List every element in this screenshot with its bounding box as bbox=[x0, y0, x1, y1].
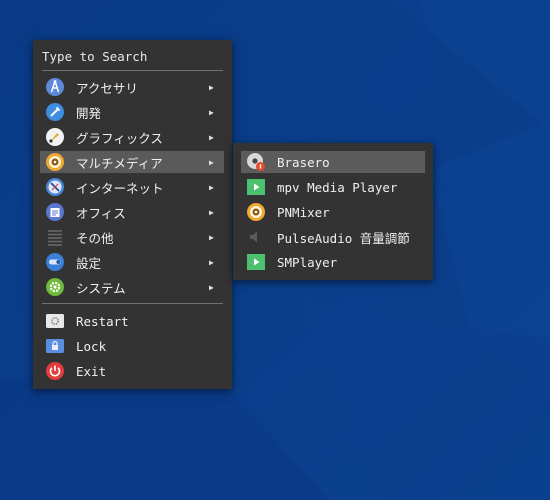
category-development[interactable]: 開発 ▶ bbox=[40, 101, 224, 123]
category-label: マルチメディア bbox=[76, 155, 163, 171]
restart-icon bbox=[45, 311, 65, 331]
category-office[interactable]: オフィス ▶ bbox=[40, 201, 224, 223]
submenu-arrow-icon: ▶ bbox=[209, 282, 214, 292]
lock-icon bbox=[45, 336, 65, 356]
app-mpv[interactable]: mpv Media Player bbox=[241, 176, 425, 198]
internet-icon bbox=[45, 177, 65, 197]
exit-label: Exit bbox=[76, 363, 107, 379]
category-label: 開発 bbox=[76, 105, 102, 121]
submenu-arrow-icon: ▶ bbox=[209, 107, 214, 117]
smplayer-icon bbox=[246, 252, 266, 272]
category-multimedia[interactable]: マルチメディア ▶ bbox=[40, 151, 224, 173]
submenu-arrow-icon: ▶ bbox=[209, 232, 214, 242]
app-label: Brasero bbox=[277, 154, 330, 170]
brasero-icon bbox=[246, 152, 266, 172]
category-label: 設定 bbox=[76, 255, 102, 271]
app-pulseaudio[interactable]: PulseAudio 音量調節 bbox=[241, 226, 425, 248]
other-icon bbox=[45, 227, 65, 247]
system-icon bbox=[45, 277, 65, 297]
submenu-arrow-icon: ▶ bbox=[209, 182, 214, 192]
app-label: PNMixer bbox=[277, 204, 330, 220]
pnmixer-icon bbox=[246, 202, 266, 222]
submenu-arrow-icon: ▶ bbox=[209, 157, 214, 167]
separator bbox=[42, 70, 223, 71]
application-menu: Type to Search アクセサリ ▶ 開発 ▶ グラフィックス ▶ マル… bbox=[33, 40, 232, 389]
exit-button[interactable]: Exit bbox=[40, 360, 224, 382]
category-settings[interactable]: 設定 ▶ bbox=[40, 251, 224, 273]
category-label: アクセサリ bbox=[76, 80, 138, 96]
mpv-icon bbox=[246, 177, 266, 197]
category-label: インターネット bbox=[76, 180, 164, 196]
category-label: グラフィックス bbox=[76, 130, 163, 146]
category-accessories[interactable]: アクセサリ ▶ bbox=[40, 76, 224, 98]
app-label: mpv Media Player bbox=[277, 179, 398, 195]
category-other[interactable]: その他 ▶ bbox=[40, 226, 224, 248]
graphics-icon bbox=[45, 127, 65, 147]
app-brasero[interactable]: Brasero bbox=[241, 151, 425, 173]
app-smplayer[interactable]: SMPlayer bbox=[241, 251, 425, 273]
settings-icon bbox=[45, 252, 65, 272]
submenu-arrow-icon: ▶ bbox=[209, 132, 214, 142]
submenu-arrow-icon: ▶ bbox=[209, 207, 214, 217]
lock-button[interactable]: Lock bbox=[40, 335, 224, 357]
accessories-icon bbox=[45, 77, 65, 97]
search-input[interactable]: Type to Search bbox=[42, 49, 222, 65]
category-system[interactable]: システム ▶ bbox=[40, 276, 224, 298]
category-label: システム bbox=[76, 280, 126, 296]
submenu-arrow-icon: ▶ bbox=[209, 82, 214, 92]
multimedia-submenu: Brasero mpv Media Player PNMixer PulseAu… bbox=[233, 143, 433, 280]
category-label: その他 bbox=[76, 230, 114, 246]
submenu-arrow-icon: ▶ bbox=[209, 257, 214, 267]
category-graphics[interactable]: グラフィックス ▶ bbox=[40, 126, 224, 148]
restart-label: Restart bbox=[76, 313, 129, 329]
app-label: PulseAudio 音量調節 bbox=[277, 230, 410, 246]
restart-button[interactable]: Restart bbox=[40, 310, 224, 332]
lock-label: Lock bbox=[76, 338, 107, 354]
speaker-icon bbox=[246, 227, 266, 247]
office-icon bbox=[45, 202, 65, 222]
category-label: オフィス bbox=[76, 205, 126, 221]
app-pnmixer[interactable]: PNMixer bbox=[241, 201, 425, 223]
separator bbox=[42, 303, 223, 304]
category-internet[interactable]: インターネット ▶ bbox=[40, 176, 224, 198]
development-icon bbox=[45, 102, 65, 122]
power-icon bbox=[45, 361, 65, 381]
app-label: SMPlayer bbox=[277, 254, 338, 270]
multimedia-icon bbox=[45, 152, 65, 172]
